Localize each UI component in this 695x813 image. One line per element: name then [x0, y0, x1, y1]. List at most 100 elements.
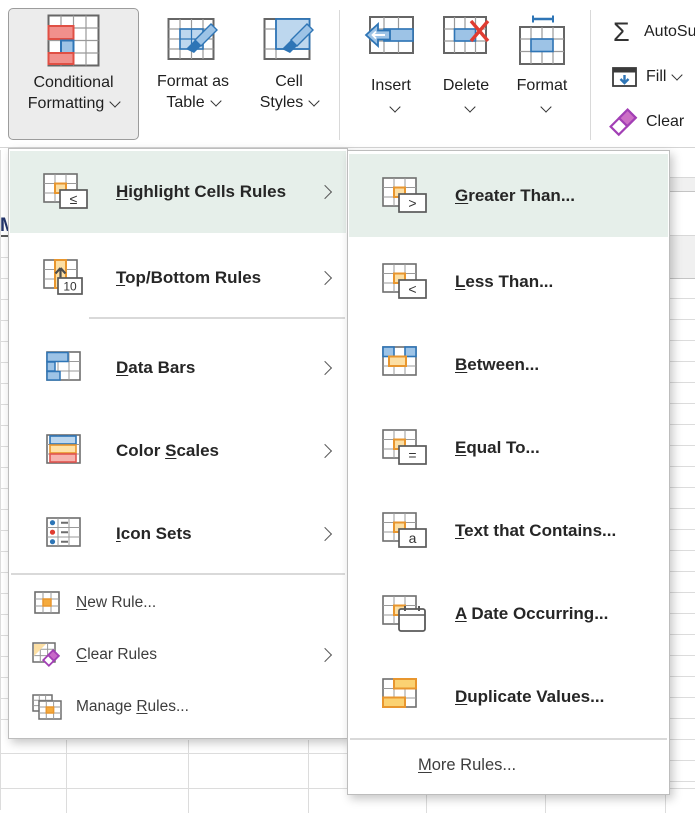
- svg-text:Σ: Σ: [613, 17, 630, 47]
- format-as-table-label: Format as Table: [157, 71, 229, 113]
- gridline: [666, 760, 695, 761]
- gridline: [188, 740, 189, 813]
- autosum-button[interactable]: Σ AutoSum: [612, 16, 695, 48]
- menu-item-clear-rules[interactable]: Clear Rules: [10, 630, 346, 680]
- gridline: [0, 320, 8, 321]
- gridline: [666, 340, 695, 341]
- gridline: [666, 655, 695, 656]
- gridline: [0, 572, 8, 573]
- submenu-arrow-icon: [318, 271, 332, 285]
- gridline: [666, 718, 695, 719]
- icon-sets-icon: [42, 517, 90, 551]
- format-as-table-button[interactable]: Format as Table: [140, 8, 246, 138]
- format-as-table-icon: [167, 12, 219, 68]
- menu-item-highlight-cells-rules[interactable]: ≤ Highlight Cells Rules: [10, 151, 346, 233]
- menu-item-label: Icon Sets: [116, 524, 192, 544]
- fill-label: Fill: [646, 68, 681, 86]
- conditional-formatting-menu: ≤ Highlight Cells Rules 10 Top/Bottom Ru…: [8, 148, 348, 739]
- menu-item-new-rule[interactable]: New Rule...: [10, 578, 346, 628]
- menu-item-color-scales[interactable]: Color Scales: [10, 410, 346, 492]
- format-cells-icon: [517, 14, 567, 72]
- gridline: [0, 719, 8, 720]
- shaded-cell-fragment: [667, 177, 695, 192]
- menu-item-top-bottom-rules[interactable]: 10 Top/Bottom Rules: [10, 237, 346, 319]
- chevron-down-icon: [210, 95, 221, 106]
- submenu-item-label: Equal To...: [455, 438, 540, 458]
- submenu-item-label: A Date Occurring...: [455, 604, 608, 624]
- clear-button[interactable]: Clear: [608, 106, 684, 138]
- data-bars-icon: [42, 351, 90, 385]
- fill-button[interactable]: Fill: [612, 62, 681, 92]
- conditional-formatting-icon: [47, 13, 101, 69]
- gridline: [666, 298, 695, 299]
- gridline: [666, 403, 695, 404]
- duplicate-values-icon: [381, 678, 429, 716]
- menu-item-icon-sets[interactable]: Icon Sets: [10, 493, 346, 575]
- svg-text:>: >: [408, 195, 416, 211]
- gridline: [666, 508, 695, 509]
- gridline: [666, 592, 695, 593]
- gridline: [666, 781, 695, 782]
- format-label: Format: [517, 77, 568, 95]
- chevron-down-icon: [110, 96, 121, 107]
- gridline: [0, 698, 8, 699]
- gridline: [666, 550, 695, 551]
- delete-button[interactable]: Delete: [429, 8, 503, 140]
- gridline: [0, 404, 8, 405]
- submenu-item-label: Greater Than...: [455, 186, 575, 206]
- submenu-item-label: Between...: [455, 355, 539, 375]
- menu-item-label: New Rule...: [76, 594, 156, 612]
- menu-item-data-bars[interactable]: Data Bars: [10, 327, 346, 409]
- gridline: [0, 509, 8, 510]
- insert-cells-icon: [365, 14, 417, 72]
- gridline: [0, 635, 8, 636]
- chevron-down-icon: [540, 101, 551, 112]
- clear-rules-icon: [32, 642, 62, 668]
- menu-item-label: Clear Rules: [76, 646, 157, 664]
- gridline: [0, 362, 8, 363]
- greater-than-icon: >: [381, 177, 429, 215]
- submenu-item-a-date-occurring[interactable]: A Date Occurring...: [349, 572, 668, 655]
- submenu-arrow-icon: [318, 185, 332, 199]
- submenu-item-duplicate-values[interactable]: Duplicate Values...: [349, 655, 668, 738]
- menu-separator: [89, 317, 345, 319]
- submenu-item-greater-than[interactable]: > Greater Than...: [349, 154, 668, 237]
- fill-down-icon: [612, 65, 638, 89]
- gridline: [0, 530, 8, 531]
- color-scales-icon: [42, 434, 90, 468]
- gridline: [0, 257, 8, 258]
- menu-item-label: Top/Bottom Rules: [116, 268, 261, 288]
- new-rule-icon: [32, 591, 62, 615]
- gridline: [0, 150, 1, 810]
- gridline: [666, 697, 695, 698]
- submenu-item-label: Duplicate Values...: [455, 687, 604, 707]
- chevron-down-icon: [389, 101, 400, 112]
- submenu-arrow-icon: [318, 444, 332, 458]
- a-date-occurring-icon: [381, 595, 429, 633]
- conditional-formatting-button[interactable]: Conditional Formatting: [8, 8, 139, 140]
- submenu-item-text-that-contains[interactable]: a Text that Contains...: [349, 489, 668, 572]
- cell-styles-button[interactable]: Cell Styles: [250, 8, 328, 138]
- submenu-item-label: Text that Contains...: [455, 521, 616, 541]
- submenu-arrow-icon: [318, 361, 332, 375]
- gridline: [666, 319, 695, 320]
- insert-button[interactable]: Insert: [354, 8, 428, 140]
- gridline: [666, 382, 695, 383]
- svg-text:=: =: [408, 447, 416, 463]
- submenu-item-equal-to[interactable]: = Equal To...: [349, 406, 668, 489]
- gridline: [666, 361, 695, 362]
- delete-label: Delete: [443, 77, 489, 95]
- menu-item-manage-rules[interactable]: Manage Rules...: [10, 682, 346, 732]
- gridline: [0, 341, 8, 342]
- ribbon-group-divider: [339, 10, 340, 140]
- equal-to-icon: =: [381, 429, 429, 467]
- gridline: [666, 676, 695, 677]
- gridline: [308, 740, 309, 813]
- submenu-item-between[interactable]: Between...: [349, 323, 668, 406]
- submenu-item-less-than[interactable]: < Less Than...: [349, 240, 668, 323]
- format-button[interactable]: Format: [504, 8, 580, 140]
- submenu-item-more-rules[interactable]: More Rules...: [349, 740, 668, 790]
- gridline: [666, 634, 695, 635]
- submenu-item-label: More Rules...: [418, 756, 516, 775]
- gridline: [666, 466, 695, 467]
